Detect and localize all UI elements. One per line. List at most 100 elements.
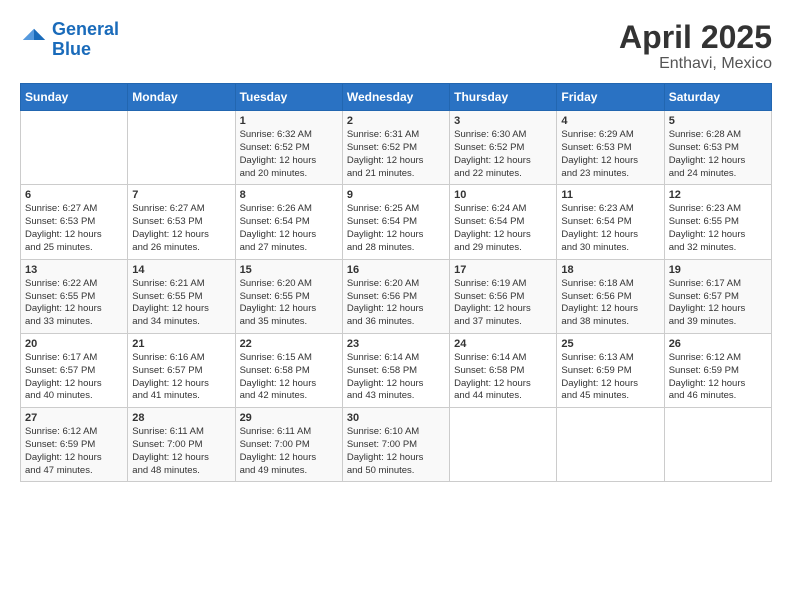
day-info: Sunrise: 6:14 AM Sunset: 6:58 PM Dayligh… — [454, 352, 552, 403]
day-info: Sunrise: 6:28 AM Sunset: 6:53 PM Dayligh… — [669, 129, 767, 180]
day-of-week-header: Monday — [128, 84, 235, 111]
calendar-cell: 22Sunrise: 6:15 AM Sunset: 6:58 PM Dayli… — [235, 333, 342, 407]
day-number: 30 — [347, 412, 445, 424]
day-number: 24 — [454, 338, 552, 350]
day-number: 7 — [132, 189, 230, 201]
day-info: Sunrise: 6:20 AM Sunset: 6:56 PM Dayligh… — [347, 278, 445, 329]
day-of-week-header: Saturday — [664, 84, 771, 111]
day-info: Sunrise: 6:20 AM Sunset: 6:55 PM Dayligh… — [240, 278, 338, 329]
calendar-cell: 21Sunrise: 6:16 AM Sunset: 6:57 PM Dayli… — [128, 333, 235, 407]
day-number: 4 — [561, 115, 659, 127]
calendar-cell — [557, 408, 664, 482]
calendar-cell: 5 Sunrise: 6:28 AM Sunset: 6:53 PM Daylig… — [664, 111, 771, 185]
calendar-cell: 26 Sunrise: 6:12 AM Sunset: 6:59 PM Dayli… — [664, 333, 771, 407]
day-info: Sunrise: 6:19 AM Sunset: 6:56 PM Dayligh… — [454, 278, 552, 329]
calendar-cell — [450, 408, 557, 482]
calendar-cell: 8Sunrise: 6:26 AM Sunset: 6:54 PM Daylig… — [235, 185, 342, 259]
calendar-cell: 6 Sunrise: 6:27 AM Sunset: 6:53 PM Daylig… — [21, 185, 128, 259]
day-info: Sunrise: 6:17 AM Sunset: 6:57 PM Dayligh… — [669, 278, 767, 329]
day-number: 26 — [669, 338, 767, 350]
calendar-cell: 25Sunrise: 6:13 AM Sunset: 6:59 PM Dayli… — [557, 333, 664, 407]
logo-icon — [20, 26, 48, 54]
day-info: Sunrise: 6:17 AM Sunset: 6:57 PM Dayligh… — [25, 352, 123, 403]
day-info: Sunrise: 6:30 AM Sunset: 6:52 PM Dayligh… — [454, 129, 552, 180]
calendar-cell — [21, 111, 128, 185]
day-info: Sunrise: 6:11 AM Sunset: 7:00 PM Dayligh… — [132, 426, 230, 477]
day-of-week-header: Tuesday — [235, 84, 342, 111]
calendar-cell: 17 Sunrise: 6:19 AM Sunset: 6:56 PM Dayli… — [450, 259, 557, 333]
day-info: Sunrise: 6:27 AM Sunset: 6:53 PM Dayligh… — [25, 203, 123, 254]
day-of-week-header: Friday — [557, 84, 664, 111]
calendar-title-block: April 2025 Enthavi, Mexico — [619, 20, 772, 73]
logo-text: General Blue — [52, 20, 119, 60]
day-number: 11 — [561, 189, 659, 201]
day-number: 18 — [561, 264, 659, 276]
day-number: 15 — [240, 264, 338, 276]
calendar-header-row: SundayMondayTuesdayWednesdayThursdayFrid… — [21, 84, 772, 111]
calendar-cell: 7Sunrise: 6:27 AM Sunset: 6:53 PM Daylig… — [128, 185, 235, 259]
calendar-cell: 12Sunrise: 6:23 AM Sunset: 6:55 PM Dayli… — [664, 185, 771, 259]
page-header: General Blue April 2025 Enthavi, Mexico — [20, 20, 772, 73]
day-number: 8 — [240, 189, 338, 201]
day-number: 20 — [25, 338, 123, 350]
day-number: 10 — [454, 189, 552, 201]
day-number: 17 — [454, 264, 552, 276]
calendar-cell: 24 Sunrise: 6:14 AM Sunset: 6:58 PM Dayli… — [450, 333, 557, 407]
day-number: 23 — [347, 338, 445, 350]
day-number: 6 — [25, 189, 123, 201]
calendar-cell: 2 Sunrise: 6:31 AM Sunset: 6:52 PM Daylig… — [342, 111, 449, 185]
day-info: Sunrise: 6:21 AM Sunset: 6:55 PM Dayligh… — [132, 278, 230, 329]
calendar-cell: 13 Sunrise: 6:22 AM Sunset: 6:55 PM Dayli… — [21, 259, 128, 333]
day-info: Sunrise: 6:23 AM Sunset: 6:54 PM Dayligh… — [561, 203, 659, 254]
calendar-week-row: 27 Sunrise: 6:12 AM Sunset: 6:59 PM Dayli… — [21, 408, 772, 482]
day-of-week-header: Thursday — [450, 84, 557, 111]
calendar-table: SundayMondayTuesdayWednesdayThursdayFrid… — [20, 83, 772, 482]
day-info: Sunrise: 6:18 AM Sunset: 6:56 PM Dayligh… — [561, 278, 659, 329]
day-info: Sunrise: 6:12 AM Sunset: 6:59 PM Dayligh… — [25, 426, 123, 477]
calendar-cell: 9 Sunrise: 6:25 AM Sunset: 6:54 PM Daylig… — [342, 185, 449, 259]
day-info: Sunrise: 6:13 AM Sunset: 6:59 PM Dayligh… — [561, 352, 659, 403]
calendar-cell — [128, 111, 235, 185]
day-info: Sunrise: 6:22 AM Sunset: 6:55 PM Dayligh… — [25, 278, 123, 329]
day-number: 28 — [132, 412, 230, 424]
calendar-week-row: 13 Sunrise: 6:22 AM Sunset: 6:55 PM Dayli… — [21, 259, 772, 333]
calendar-cell: 20 Sunrise: 6:17 AM Sunset: 6:57 PM Dayli… — [21, 333, 128, 407]
day-info: Sunrise: 6:24 AM Sunset: 6:54 PM Dayligh… — [454, 203, 552, 254]
calendar-week-row: 6 Sunrise: 6:27 AM Sunset: 6:53 PM Daylig… — [21, 185, 772, 259]
day-info: Sunrise: 6:16 AM Sunset: 6:57 PM Dayligh… — [132, 352, 230, 403]
calendar-cell: 18 Sunrise: 6:18 AM Sunset: 6:56 PM Dayli… — [557, 259, 664, 333]
calendar-cell: 1Sunrise: 6:32 AM Sunset: 6:52 PM Daylig… — [235, 111, 342, 185]
day-info: Sunrise: 6:23 AM Sunset: 6:55 PM Dayligh… — [669, 203, 767, 254]
day-number: 29 — [240, 412, 338, 424]
day-info: Sunrise: 6:14 AM Sunset: 6:58 PM Dayligh… — [347, 352, 445, 403]
day-number: 3 — [454, 115, 552, 127]
calendar-subtitle: Enthavi, Mexico — [619, 55, 772, 73]
day-info: Sunrise: 6:11 AM Sunset: 7:00 PM Dayligh… — [240, 426, 338, 477]
day-info: Sunrise: 6:31 AM Sunset: 6:52 PM Dayligh… — [347, 129, 445, 180]
calendar-cell: 27 Sunrise: 6:12 AM Sunset: 6:59 PM Dayli… — [21, 408, 128, 482]
calendar-cell: 14 Sunrise: 6:21 AM Sunset: 6:55 PM Dayli… — [128, 259, 235, 333]
calendar-cell: 16Sunrise: 6:20 AM Sunset: 6:56 PM Dayli… — [342, 259, 449, 333]
day-info: Sunrise: 6:12 AM Sunset: 6:59 PM Dayligh… — [669, 352, 767, 403]
day-number: 27 — [25, 412, 123, 424]
day-of-week-header: Sunday — [21, 84, 128, 111]
day-number: 1 — [240, 115, 338, 127]
day-number: 22 — [240, 338, 338, 350]
calendar-cell: 15 Sunrise: 6:20 AM Sunset: 6:55 PM Dayli… — [235, 259, 342, 333]
calendar-cell: 28 Sunrise: 6:11 AM Sunset: 7:00 PM Dayli… — [128, 408, 235, 482]
calendar-cell: 23 Sunrise: 6:14 AM Sunset: 6:58 PM Dayli… — [342, 333, 449, 407]
calendar-cell: 11 Sunrise: 6:23 AM Sunset: 6:54 PM Dayli… — [557, 185, 664, 259]
day-info: Sunrise: 6:25 AM Sunset: 6:54 PM Dayligh… — [347, 203, 445, 254]
day-of-week-header: Wednesday — [342, 84, 449, 111]
day-info: Sunrise: 6:10 AM Sunset: 7:00 PM Dayligh… — [347, 426, 445, 477]
calendar-cell: 3 Sunrise: 6:30 AM Sunset: 6:52 PM Daylig… — [450, 111, 557, 185]
calendar-cell — [664, 408, 771, 482]
logo: General Blue — [20, 20, 119, 60]
day-number: 14 — [132, 264, 230, 276]
day-number: 9 — [347, 189, 445, 201]
day-number: 5 — [669, 115, 767, 127]
day-number: 13 — [25, 264, 123, 276]
calendar-cell: 30 Sunrise: 6:10 AM Sunset: 7:00 PM Dayli… — [342, 408, 449, 482]
calendar-cell: 10 Sunrise: 6:24 AM Sunset: 6:54 PM Dayli… — [450, 185, 557, 259]
day-number: 2 — [347, 115, 445, 127]
